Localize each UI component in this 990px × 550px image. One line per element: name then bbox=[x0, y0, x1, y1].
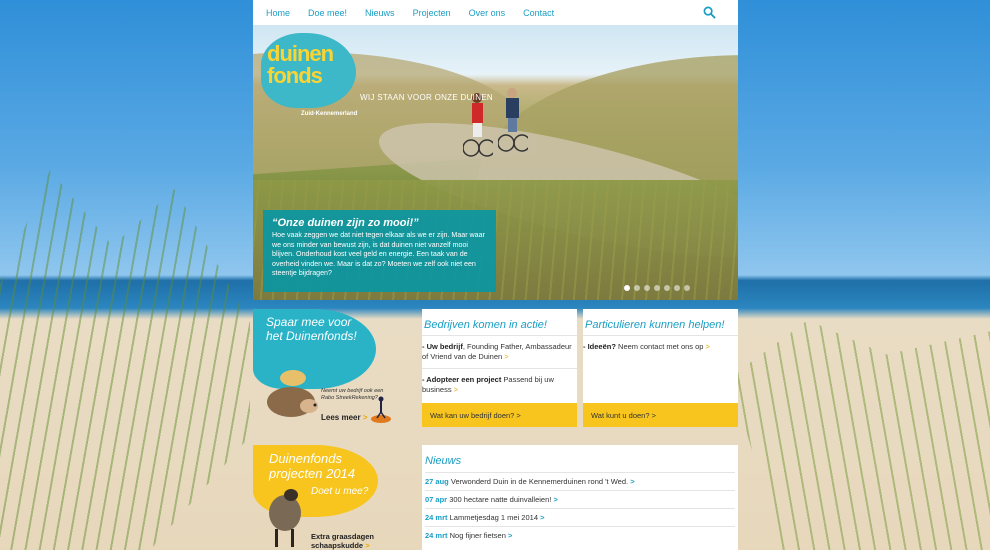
cyclist-image bbox=[498, 88, 528, 152]
figurine-image bbox=[371, 396, 391, 423]
spaar-title: Spaar mee voor het Duinenfonds! bbox=[266, 315, 357, 343]
news-date: 24 mrt bbox=[425, 531, 448, 540]
news-date: 07 apr bbox=[425, 495, 448, 504]
schaapskudde-link[interactable]: Extra graasdagen schaapskudde > bbox=[311, 532, 374, 550]
nav-contact[interactable]: Contact bbox=[523, 8, 554, 18]
slider-dot[interactable] bbox=[664, 285, 670, 291]
particulieren-panel: Particulieren kunnen helpen! - Ideeën? N… bbox=[583, 309, 738, 427]
list-item[interactable]: - Uw bedrijf, Founding Father, Ambassade… bbox=[422, 335, 577, 368]
news-date: 27 aug bbox=[425, 477, 449, 486]
news-panel: Nieuws 27 aug Verwonderd Duin in de Kenn… bbox=[422, 445, 738, 550]
hedgehog-image bbox=[267, 370, 318, 417]
news-text: Nog fijner fietsen bbox=[449, 531, 506, 540]
hero-tagline: WIJ STAAN VOOR ONZE DUINEN bbox=[360, 93, 493, 102]
page-container: Home Doe mee! Nieuws Projecten Over ons … bbox=[253, 0, 738, 550]
schaapskudde-line: schaapskudde bbox=[311, 541, 364, 550]
hero-slider: duinen fonds Zuid-Kennemerland WIJ STAAN… bbox=[253, 25, 738, 300]
projecten-title: Duinenfonds projecten 2014 bbox=[269, 451, 355, 481]
arrow-icon: > bbox=[705, 342, 710, 351]
bedrijven-title: Bedrijven komen in actie! bbox=[424, 319, 547, 331]
hero-quote-box: “Onze duinen zijn zo mooi!” Hoe vaak zeg… bbox=[263, 210, 496, 292]
logo-subtitle: Zuid-Kennemerland bbox=[301, 111, 358, 117]
particulier-cta-button[interactable]: Wat kunt u doen? > bbox=[583, 403, 738, 427]
list-item-text: Neem contact met ons op bbox=[615, 342, 704, 351]
arrow-icon: > bbox=[504, 352, 509, 361]
list-item[interactable]: - Adopteer een project Passend bij uw bu… bbox=[422, 368, 577, 401]
arrow-icon: > bbox=[630, 477, 635, 486]
arrow-icon: > bbox=[453, 385, 459, 394]
arrow-icon: > bbox=[362, 413, 368, 422]
news-item[interactable]: 07 apr 300 hectare natte duinvalleien! > bbox=[425, 490, 735, 508]
search-icon[interactable] bbox=[703, 6, 716, 19]
list-item[interactable]: - Ideeën? Neem contact met ons op > bbox=[583, 335, 738, 358]
news-item[interactable]: 27 aug Verwonderd Duin in de Kennemerdui… bbox=[425, 472, 735, 490]
news-text: 300 hectare natte duinvalleien! bbox=[449, 495, 552, 504]
news-item[interactable]: 24 mrt Lammetjesdag 1 mei 2014 > bbox=[425, 508, 735, 526]
main-nav: Home Doe mee! Nieuws Projecten Over ons … bbox=[253, 0, 738, 25]
sheep-image bbox=[269, 489, 301, 547]
projecten-title-line: projecten 2014 bbox=[269, 466, 356, 481]
spaar-title-line: het Duinenfonds! bbox=[266, 329, 357, 343]
bedrijven-panel: Bedrijven komen in actie! - Uw bedrijf, … bbox=[422, 309, 577, 427]
logo-text: fonds bbox=[267, 63, 323, 88]
slider-dot[interactable] bbox=[654, 285, 660, 291]
slider-dot[interactable] bbox=[674, 285, 680, 291]
slider-dot[interactable] bbox=[644, 285, 650, 291]
news-text: Lammetjesdag 1 mei 2014 bbox=[449, 513, 538, 522]
particulieren-list: - Ideeën? Neem contact met ons op > bbox=[583, 335, 738, 358]
doe-mee-text: Doet u mee? bbox=[311, 486, 369, 497]
slider-dot[interactable] bbox=[684, 285, 690, 291]
nav-over-ons[interactable]: Over ons bbox=[469, 8, 506, 18]
nav-projecten[interactable]: Projecten bbox=[413, 8, 451, 18]
background-grass-right bbox=[730, 320, 990, 550]
projecten-promo[interactable]: Duinenfonds projecten 2014 Doet u mee? E… bbox=[253, 445, 414, 550]
news-date: 24 mrt bbox=[425, 513, 448, 522]
projecten-title-line: Duinenfonds bbox=[269, 451, 342, 466]
bedrijf-cta-button[interactable]: Wat kan uw bedrijf doen? > bbox=[422, 403, 577, 427]
schaapskudde-line: Extra graasdagen bbox=[311, 532, 374, 541]
slider-dot[interactable] bbox=[634, 285, 640, 291]
nav-nieuws[interactable]: Nieuws bbox=[365, 8, 395, 18]
background-grass-left bbox=[0, 170, 250, 550]
particulieren-title: Particulieren kunnen helpen! bbox=[585, 319, 725, 331]
news-item[interactable]: 24 mrt Nog fijner fietsen > bbox=[425, 526, 735, 544]
arrow-icon: > bbox=[553, 495, 558, 504]
list-item-bold: - Ideeën? bbox=[583, 342, 616, 351]
spaar-promo[interactable]: Spaar mee voor het Duinenfonds! Neemt uw… bbox=[253, 309, 414, 427]
nav-doe-mee[interactable]: Doe mee! bbox=[308, 8, 347, 18]
quote-text: Hoe vaak zeggen we dat niet tegen elkaar… bbox=[272, 231, 485, 278]
spaar-title-line: Spaar mee voor bbox=[266, 315, 352, 329]
list-item-bold: - Adopteer een project bbox=[422, 375, 502, 384]
bedrijven-list: - Uw bedrijf, Founding Father, Ambassade… bbox=[422, 335, 577, 401]
arrow-icon: > bbox=[365, 541, 370, 550]
slider-dots bbox=[624, 285, 690, 291]
slider-dot[interactable] bbox=[624, 285, 630, 291]
lees-meer-link[interactable]: Lees meer > bbox=[321, 413, 368, 422]
lees-meer-label: Lees meer bbox=[321, 413, 361, 422]
list-item-bold: - Uw bedrijf bbox=[422, 342, 463, 351]
news-title: Nieuws bbox=[425, 455, 462, 467]
nav-home[interactable]: Home bbox=[266, 8, 290, 18]
news-text: Verwonderd Duin in de Kennemerduinen ron… bbox=[450, 477, 629, 486]
quote-title: “Onze duinen zijn zo mooi!” bbox=[272, 217, 419, 229]
arrow-icon: > bbox=[507, 531, 513, 540]
arrow-icon: > bbox=[540, 513, 545, 522]
